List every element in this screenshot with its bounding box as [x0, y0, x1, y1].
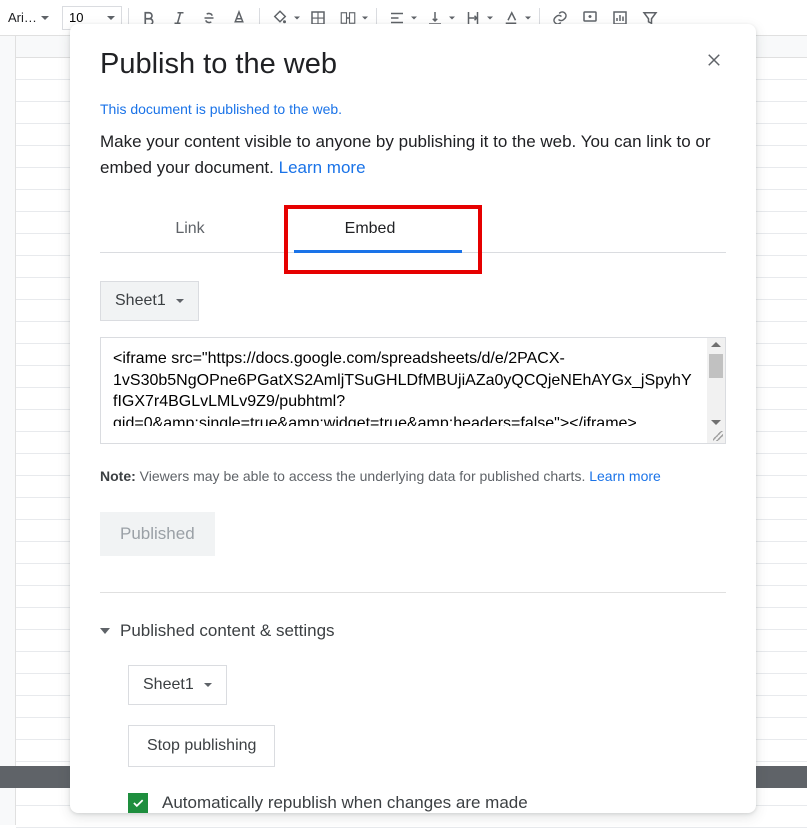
- row-headers: [0, 36, 16, 825]
- tab-embed[interactable]: Embed: [280, 210, 460, 252]
- note-label: Note:: [100, 468, 136, 484]
- embed-code-textarea[interactable]: [113, 348, 693, 426]
- scroll-down-icon: [711, 420, 721, 425]
- auto-republish-row: Automatically republish when changes are…: [128, 793, 726, 813]
- settings-toggle[interactable]: Published content & settings: [100, 621, 726, 641]
- auto-republish-checkbox[interactable]: [128, 793, 148, 813]
- chevron-down-icon: [107, 16, 115, 20]
- triangle-down-icon: [100, 628, 110, 634]
- chevron-down-icon: [487, 16, 493, 19]
- published-button: Published: [100, 512, 215, 556]
- settings-body: Sheet1 Stop publishing Automatically rep…: [100, 665, 726, 813]
- learn-more-link-2[interactable]: Learn more: [589, 468, 661, 484]
- auto-republish-label: Automatically republish when changes are…: [162, 793, 528, 813]
- scroll-thumb[interactable]: [709, 354, 723, 378]
- check-icon: [131, 796, 145, 810]
- dialog-description: Make your content visible to anyone by p…: [100, 129, 726, 180]
- font-family-select[interactable]: Ari…: [4, 6, 52, 30]
- sheet-selector-value: Sheet1: [115, 292, 166, 310]
- active-tab-indicator: [294, 250, 462, 253]
- font-size-value: 10: [69, 10, 83, 25]
- close-icon: [705, 51, 723, 69]
- chevron-down-icon: [525, 16, 531, 19]
- note-text: Viewers may be able to access the underl…: [136, 468, 589, 484]
- dialog-title: Publish to the web: [100, 48, 337, 81]
- learn-more-link[interactable]: Learn more: [279, 158, 366, 177]
- sheet-selector[interactable]: Sheet1: [100, 281, 199, 321]
- resize-handle[interactable]: [709, 427, 725, 443]
- divider: [100, 592, 726, 593]
- chevron-down-icon: [204, 683, 212, 687]
- publish-status: This document is published to the web.: [100, 101, 726, 117]
- description-text: Make your content visible to anyone by p…: [100, 132, 711, 177]
- scroll-up-icon: [711, 342, 721, 347]
- embed-code-box: [100, 337, 726, 444]
- tab-link[interactable]: Link: [100, 210, 280, 252]
- publish-to-web-dialog: Publish to the web This document is publ…: [70, 24, 756, 813]
- chevron-down-icon: [411, 16, 417, 19]
- tabs: Link Embed: [100, 210, 726, 253]
- chevron-down-icon: [176, 299, 184, 303]
- settings-sheet-value: Sheet1: [143, 676, 194, 694]
- chevron-down-icon: [449, 16, 455, 19]
- chevron-down-icon: [294, 16, 300, 19]
- settings-header-label: Published content & settings: [120, 621, 335, 641]
- settings-sheet-selector[interactable]: Sheet1: [128, 665, 227, 705]
- stop-publishing-button[interactable]: Stop publishing: [128, 725, 275, 767]
- chevron-down-icon: [41, 16, 49, 20]
- font-family-value: Ari…: [8, 10, 37, 25]
- close-button[interactable]: [702, 48, 726, 72]
- chevron-down-icon: [362, 16, 368, 19]
- note-line: Note: Viewers may be able to access the …: [100, 468, 726, 484]
